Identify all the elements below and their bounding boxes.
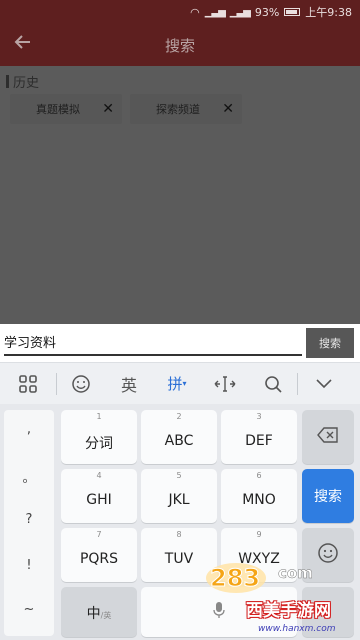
key-9-wxyz[interactable]: 9 WXYZ <box>221 528 297 582</box>
key-4-ghi[interactable]: 4 GHI <box>61 469 137 523</box>
key-7-pqrs[interactable]: 7 PQRS <box>61 528 137 582</box>
keyboard-search-key[interactable]: 搜索 <box>302 469 354 523</box>
key-label: 中/英 <box>61 603 137 623</box>
punctuation-key[interactable]: ? <box>4 512 54 527</box>
search-bar: 搜索 <box>0 324 360 362</box>
language-switch-key[interactable]: 中/英 <box>61 587 137 637</box>
battery-icon <box>284 8 301 16</box>
page-title: 搜索 <box>164 36 195 55</box>
key-label: GHI <box>86 492 112 508</box>
english-mode-toggle[interactable]: 英 <box>105 363 153 405</box>
close-icon[interactable]: ✕ <box>222 101 234 117</box>
enter-key[interactable] <box>302 587 354 637</box>
key-label: DEF <box>245 433 273 449</box>
search-button[interactable]: 搜索 <box>306 328 354 358</box>
emoji-key[interactable] <box>302 528 354 582</box>
punctuation-key[interactable]: ~ <box>4 602 54 617</box>
backspace-icon <box>302 427 354 447</box>
history-heading-label: 历史 <box>13 76 40 91</box>
key-number: 4 <box>96 471 102 480</box>
cursor-move-icon[interactable] <box>201 363 249 405</box>
apps-grid-icon[interactable] <box>0 363 56 405</box>
key-number: 6 <box>256 471 262 480</box>
key-label: MNO <box>242 492 276 508</box>
key-label: JKL <box>168 492 190 508</box>
history-heading: 历史 <box>6 72 39 91</box>
key-number: 3 <box>256 412 262 421</box>
search-icon[interactable] <box>249 363 297 405</box>
pinyin-mode-toggle[interactable]: 拼 ▾ <box>153 363 201 405</box>
status-bar: ◠ ▁▃▅ ▁▃▅ 93% 上午9:38 <box>0 0 360 24</box>
key-number: 1 <box>96 412 102 421</box>
key-label: ABC <box>164 433 194 449</box>
key-label: WXYZ <box>238 551 280 567</box>
history-chip-label: 探索频道 <box>156 103 200 116</box>
space-key[interactable] <box>141 587 297 637</box>
key-6-mno[interactable]: 6 MNO <box>221 469 297 523</box>
history-chip[interactable]: 真题模拟 ✕ <box>10 94 122 124</box>
key-number: 8 <box>176 530 182 539</box>
close-icon[interactable]: ✕ <box>102 101 114 117</box>
history-panel: 历史 真题模拟 ✕ 探索频道 ✕ <box>0 66 360 324</box>
clock: 上午9:38 <box>305 6 352 19</box>
backspace-key[interactable] <box>302 410 354 464</box>
key-5-jkl[interactable]: 5 JKL <box>141 469 217 523</box>
pinyin-label: 拼 <box>167 375 183 393</box>
heading-marker <box>6 75 9 88</box>
app-bar: 搜索 <box>0 24 360 66</box>
key-label: TUV <box>164 551 194 567</box>
key-label: 搜索 <box>314 489 342 505</box>
keyboard-toolbar: 英 拼 ▾ <box>0 362 360 404</box>
punctuation-key[interactable]: ! <box>4 558 54 573</box>
key-number: 7 <box>96 530 102 539</box>
punctuation-key[interactable]: 。 <box>4 467 54 486</box>
key-1-segment[interactable]: 1 分词 <box>61 410 137 464</box>
keyboard: , 。 ? ! ~ 1 分词 2 ABC 3 DEF 4 GHI 5 JKL 6… <box>0 404 360 640</box>
key-label: 分词 <box>85 436 113 452</box>
key-number: 2 <box>176 412 182 421</box>
history-chip-label: 真题模拟 <box>36 103 80 116</box>
microphone-icon <box>141 601 297 623</box>
key-number: 9 <box>256 530 262 539</box>
emoji-icon <box>302 542 354 568</box>
signal-icon: ▁▃▅ <box>204 6 226 18</box>
emoji-icon[interactable] <box>57 363 105 405</box>
key-number: 5 <box>176 471 182 480</box>
dropdown-caret-icon: ▾ <box>182 379 187 388</box>
signal-icon-2: ▁▃▅ <box>229 6 251 18</box>
wifi-icon: ◠ <box>190 5 200 19</box>
search-input[interactable] <box>4 328 302 356</box>
switch-main-label: 中 <box>86 606 101 622</box>
punctuation-column: , 。 ? ! ~ <box>4 410 54 636</box>
punctuation-key[interactable]: , <box>4 422 54 437</box>
key-2-abc[interactable]: 2 ABC <box>141 410 217 464</box>
key-8-tuv[interactable]: 8 TUV <box>141 528 217 582</box>
switch-sub-label: /英 <box>100 611 112 620</box>
key-3-def[interactable]: 3 DEF <box>221 410 297 464</box>
back-arrow-icon[interactable] <box>10 32 36 58</box>
collapse-keyboard-icon[interactable] <box>298 363 350 405</box>
key-label: PQRS <box>79 551 119 567</box>
battery-percent: 93% <box>254 5 280 19</box>
history-chip[interactable]: 探索频道 ✕ <box>130 94 242 124</box>
